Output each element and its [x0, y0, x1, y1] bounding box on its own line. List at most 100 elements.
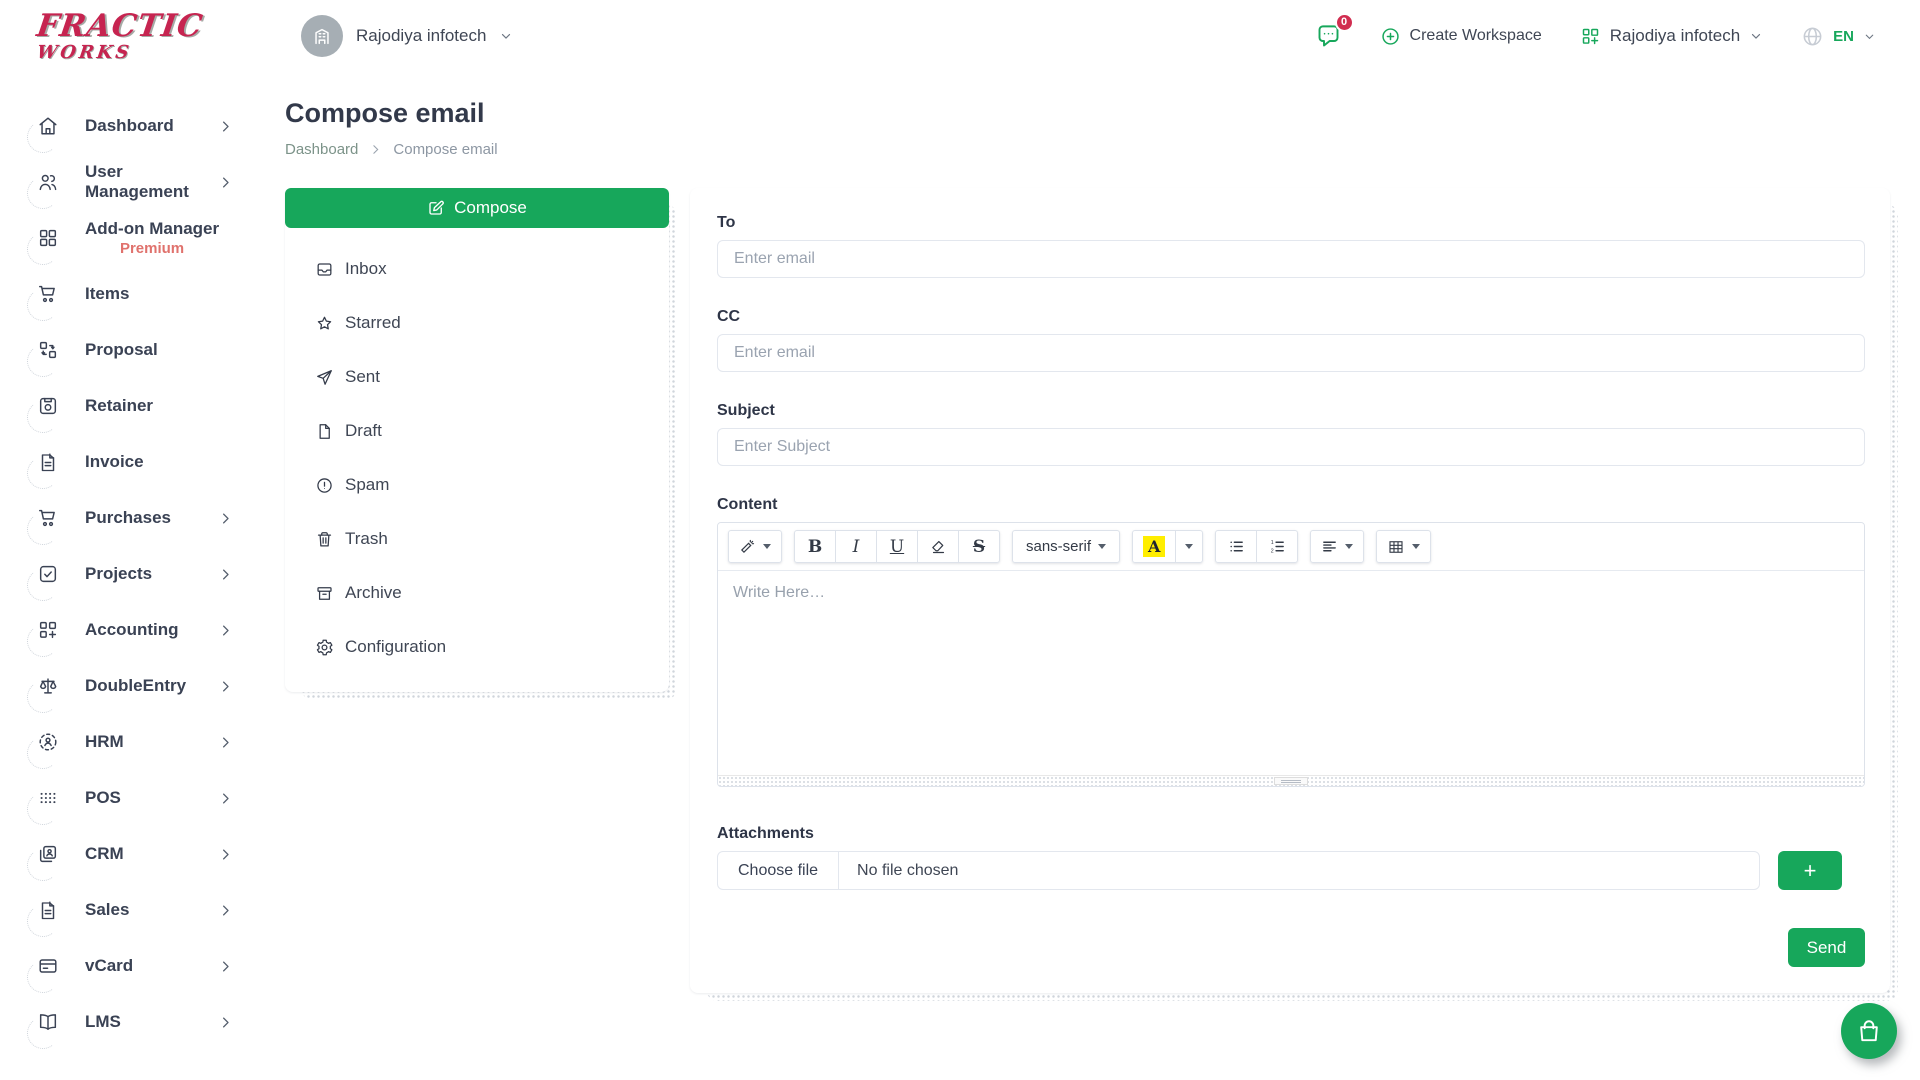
chevron-right-icon	[218, 847, 233, 862]
font-family-dropdown[interactable]: sans-serif	[1012, 530, 1120, 563]
font-color-swatch: A	[1143, 536, 1165, 557]
cart-icon	[37, 507, 59, 529]
editor-content-area[interactable]: Write Here…	[718, 571, 1864, 775]
language-selector[interactable]: EN	[1801, 25, 1876, 48]
alert-circle-icon	[315, 476, 334, 495]
sidebar-item-invoice[interactable]: Invoice	[0, 434, 257, 490]
sidebar-item-items[interactable]: Items	[0, 266, 257, 322]
chevron-down-icon	[1863, 30, 1876, 43]
file-icon	[315, 422, 334, 441]
mail-nav-card: Compose InboxStarredSentDraftSpamTrashAr…	[285, 188, 669, 692]
chevron-right-icon	[369, 143, 382, 156]
sidebar-item-add-on-manager[interactable]: Add-on ManagerPremium	[0, 210, 257, 266]
chevron-right-icon	[218, 959, 233, 974]
create-workspace-button[interactable]: Create Workspace	[1380, 26, 1542, 47]
dropdown-caret	[1345, 544, 1353, 549]
retainer-icon	[37, 395, 59, 417]
globe-icon	[1801, 25, 1824, 48]
sidebar: DashboardUser ManagementAdd-on ManagerPr…	[0, 72, 257, 1050]
send-button[interactable]: Send	[1788, 928, 1865, 967]
trash-icon	[315, 530, 334, 549]
sidebar-item-sales[interactable]: Sales	[0, 882, 257, 938]
rich-text-editor: B I U S sans-serif	[717, 522, 1865, 787]
chevron-down-icon	[1749, 29, 1763, 43]
folder-item-trash[interactable]: Trash	[315, 512, 669, 566]
chevron-right-icon	[218, 903, 233, 918]
star-icon	[315, 314, 334, 333]
attachments-label: Attachments	[717, 825, 1865, 843]
underline-button[interactable]: U	[876, 530, 918, 563]
brand-logo-line1: FRACTIC	[35, 11, 251, 42]
dropdown-caret	[1098, 544, 1106, 549]
workspace-dropdown[interactable]: Rajodiya infotech	[1580, 26, 1763, 47]
sidebar-item-vcard[interactable]: vCard	[0, 938, 257, 994]
font-color-dropdown[interactable]	[1175, 530, 1203, 563]
chevron-right-icon	[218, 679, 233, 694]
sidebar-item-proposal[interactable]: Proposal	[0, 322, 257, 378]
sidebar-item-crm[interactable]: CRM	[0, 826, 257, 882]
brand-logo-line2: WORKS	[36, 44, 251, 62]
to-label: To	[717, 214, 1865, 232]
dropdown-caret	[1185, 544, 1193, 549]
folder-item-sent[interactable]: Sent	[315, 350, 669, 404]
sidebar-item-projects[interactable]: Projects	[0, 546, 257, 602]
table-dropdown[interactable]	[1376, 530, 1431, 563]
add-attachment-button[interactable]: +	[1778, 851, 1842, 890]
style-magic-button[interactable]	[728, 530, 782, 563]
plus-circle-icon	[1380, 26, 1401, 47]
resize-grip-icon	[1274, 777, 1308, 785]
invoice-icon	[37, 451, 59, 473]
content-label: Content	[717, 496, 1865, 514]
folder-item-archive[interactable]: Archive	[315, 566, 669, 620]
send-icon	[315, 368, 334, 387]
to-input[interactable]	[717, 240, 1865, 278]
sidebar-item-purchases[interactable]: Purchases	[0, 490, 257, 546]
clear-format-button[interactable]	[917, 530, 959, 563]
brand-logo[interactable]: FRACTIC WORKS	[37, 11, 249, 62]
ordered-list-button[interactable]: 1 2	[1256, 530, 1298, 563]
breadcrumb-dashboard-link[interactable]: Dashboard	[285, 141, 358, 158]
sidebar-item-user-management[interactable]: User Management	[0, 154, 257, 210]
italic-button[interactable]: I	[835, 530, 877, 563]
compose-button[interactable]: Compose	[285, 188, 669, 228]
workspace-dropdown-label: Rajodiya infotech	[1610, 26, 1740, 46]
font-color-button[interactable]: A	[1132, 530, 1176, 563]
main-content: Compose email Dashboard Compose email Co…	[285, 72, 1890, 993]
workspace-switcher[interactable]: Rajodiya infotech	[301, 15, 513, 57]
sidebar-item-pos[interactable]: POS	[0, 770, 257, 826]
compose-form-card: To CC Subject Content	[690, 188, 1890, 993]
chat-button[interactable]: 0	[1315, 23, 1342, 50]
strikethrough-button[interactable]: S	[958, 530, 1000, 563]
editor-resize-bar[interactable]	[718, 775, 1864, 786]
chevron-right-icon	[218, 119, 233, 134]
sidebar-item-accounting[interactable]: Accounting	[0, 602, 257, 658]
folder-item-spam[interactable]: Spam	[315, 458, 669, 512]
building-icon	[311, 25, 333, 47]
shopping-bag-icon	[1856, 1018, 1882, 1044]
sidebar-item-retainer[interactable]: Retainer	[0, 378, 257, 434]
sidebar-item-lms[interactable]: LMS	[0, 994, 257, 1050]
cc-input[interactable]	[717, 334, 1865, 372]
floating-store-button[interactable]	[1841, 1003, 1897, 1059]
sidebar-item-dashboard[interactable]: Dashboard	[0, 98, 257, 154]
cc-label: CC	[717, 308, 1865, 326]
file-input[interactable]: Choose file No file chosen	[717, 851, 1760, 890]
unordered-list-button[interactable]	[1215, 530, 1257, 563]
bold-button[interactable]: B	[794, 530, 836, 563]
workspace-avatar	[301, 15, 343, 57]
chevron-right-icon	[218, 1015, 233, 1030]
sidebar-item-doubleentry[interactable]: DoubleEntry	[0, 658, 257, 714]
chevron-right-icon	[218, 567, 233, 582]
subject-input[interactable]	[717, 428, 1865, 466]
numbered-list-icon: 1 2	[1269, 538, 1286, 555]
folder-item-configuration[interactable]: Configuration	[315, 620, 669, 674]
dropdown-caret	[1412, 544, 1420, 549]
paragraph-align-dropdown[interactable]	[1310, 530, 1364, 563]
choose-file-button[interactable]: Choose file	[718, 852, 839, 889]
folder-item-draft[interactable]: Draft	[315, 404, 669, 458]
folder-item-starred[interactable]: Starred	[315, 296, 669, 350]
folder-item-inbox[interactable]: Inbox	[315, 242, 669, 296]
svg-text:2: 2	[1271, 549, 1274, 555]
sidebar-item-hrm[interactable]: HRM	[0, 714, 257, 770]
home-icon	[37, 115, 59, 137]
